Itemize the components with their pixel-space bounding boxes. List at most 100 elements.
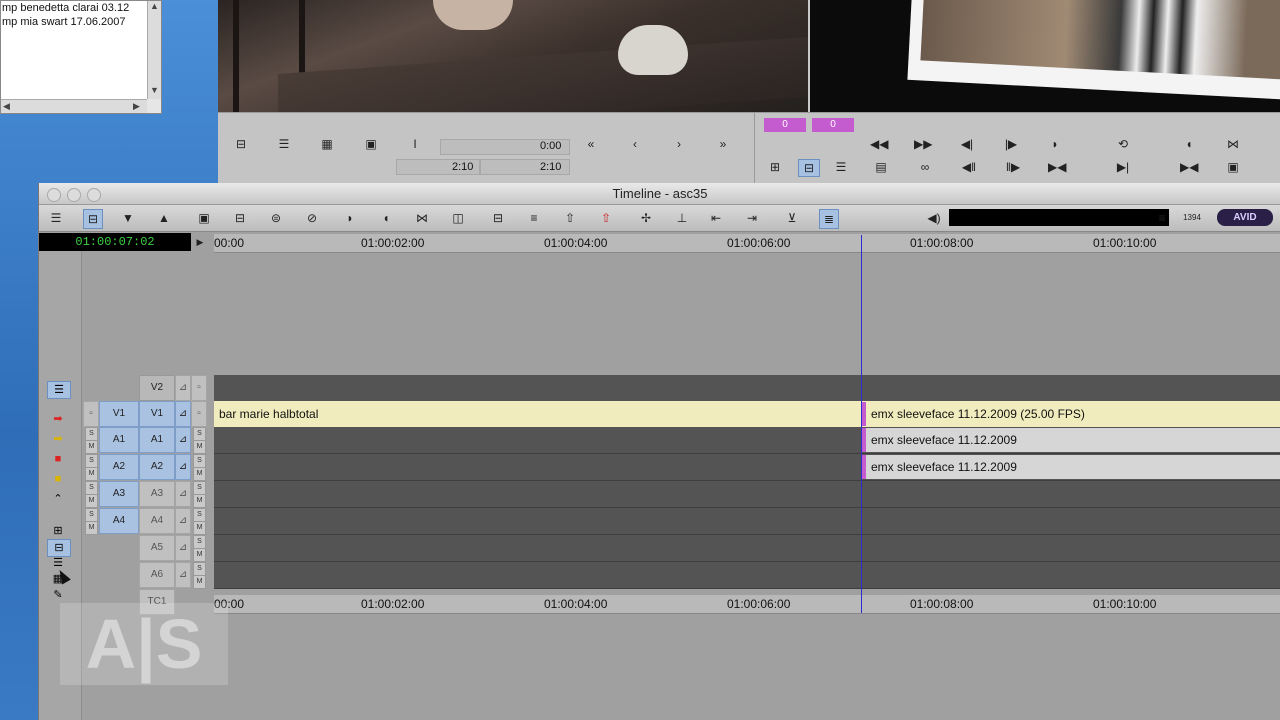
solo-button[interactable]: S — [193, 562, 206, 576]
slip-icon[interactable]: ⊥ — [673, 209, 691, 227]
splice-icon[interactable]: ≡ — [525, 209, 543, 227]
solo-button[interactable]: S — [85, 481, 98, 495]
splice-icon[interactable]: ▶◀ — [1180, 159, 1198, 175]
settings-sliders-icon[interactable]: ☰ — [832, 159, 850, 175]
settings-sliders-icon[interactable]: ☰ — [47, 209, 65, 227]
bin-list[interactable]: mp benedetta clarai 03.12 mp mia swart 1… — [1, 1, 147, 99]
mute-button[interactable]: M — [193, 521, 206, 535]
source-track-a3[interactable]: A3 — [99, 481, 139, 507]
rewind-button[interactable]: « — [582, 136, 600, 152]
list-icon[interactable]: ≡ — [1153, 209, 1171, 227]
go-to-out-icon[interactable]: ▶| — [1114, 159, 1132, 175]
mark-out-icon[interactable]: ◗ — [1046, 136, 1064, 152]
mute-button[interactable]: M — [85, 521, 98, 535]
mute-button[interactable]: M — [193, 467, 206, 481]
play-icon[interactable]: |▶ — [1002, 136, 1020, 152]
trim-icon[interactable]: ⋈ — [413, 209, 431, 227]
record-track-v2[interactable]: V2 — [139, 375, 175, 401]
source-track-a1[interactable]: A1 — [99, 427, 139, 453]
track-v2[interactable] — [214, 375, 1280, 402]
step-forward-frame-icon[interactable]: ‖▶ — [1004, 159, 1022, 175]
segment-icon[interactable]: ⊜ — [267, 209, 285, 227]
solo-button[interactable]: S — [193, 454, 206, 468]
overwrite-icon[interactable]: ⊟ — [489, 209, 507, 227]
record-track-v1[interactable]: V1 — [139, 401, 175, 427]
rewind-transport-icon[interactable]: ◀◀ — [870, 136, 888, 152]
yellow-arrow-icon[interactable]: ➡ — [47, 431, 69, 447]
track-a4[interactable] — [214, 508, 1280, 535]
source-track-a2[interactable]: A2 — [99, 454, 139, 480]
scroll-up-icon[interactable]: ▲ — [150, 1, 159, 11]
scroll-down-icon[interactable]: ▼ — [150, 85, 159, 95]
settings-sliders-icon[interactable]: ☰ — [47, 555, 69, 571]
record-mode-icon[interactable]: ⊟ — [798, 159, 820, 177]
frame-icon[interactable]: ▣ — [195, 209, 213, 227]
pen-icon[interactable]: ✎ — [47, 587, 69, 603]
scroll-left-icon[interactable]: ◀ — [3, 101, 10, 112]
solo-button[interactable]: S — [85, 427, 98, 441]
mark-clip-icon[interactable]: ⊟ — [231, 209, 249, 227]
timeline-ruler-bottom[interactable]: 00:00 01:00:02:00 01:00:04:00 01:00:06:0… — [214, 595, 1280, 614]
record-track-a5[interactable]: A5 — [139, 535, 175, 561]
grid-view-icon[interactable]: ▦ — [318, 136, 336, 152]
mute-button[interactable]: M — [85, 467, 98, 481]
mute-button[interactable]: M — [85, 440, 98, 454]
step-back-button[interactable]: ‹ — [626, 136, 644, 152]
step-back-frame-icon[interactable]: ◀‖ — [960, 159, 978, 175]
solo-button[interactable]: S — [193, 535, 206, 549]
lift-icon[interactable]: ⇧ — [561, 209, 579, 227]
step-forward-button[interactable]: › — [670, 136, 688, 152]
add-edit-icon[interactable]: ✢ — [637, 209, 655, 227]
clip[interactable]: emx sleeveface 11.12.2009 — [862, 455, 1280, 479]
timeline-menu-icon[interactable]: ≣ — [819, 209, 839, 229]
render-icon[interactable]: ⊻ — [783, 209, 801, 227]
track-monitor-icon[interactable]: ▫ — [83, 401, 99, 427]
speaker-icon[interactable]: ◀) — [925, 209, 943, 227]
segment-left-icon[interactable]: ⇤ — [707, 209, 725, 227]
mute-button[interactable]: M — [193, 548, 206, 562]
bin-item[interactable]: mp benedetta clarai 03.12 — [1, 1, 147, 15]
frame-icon[interactable]: ▣ — [362, 136, 380, 152]
track-lock-icon[interactable]: ⊿ — [175, 401, 191, 427]
timecode-menu-icon[interactable]: ▶ — [193, 234, 207, 250]
record-track-a3[interactable]: A3 — [139, 481, 175, 507]
track-lock-icon[interactable]: ⊿ — [175, 427, 191, 453]
solo-button[interactable]: S — [193, 481, 206, 495]
extract-icon[interactable]: ⇧ — [597, 209, 615, 227]
record-track-a6[interactable]: A6 — [139, 562, 175, 588]
track-a3[interactable] — [214, 481, 1280, 508]
track-lock-icon[interactable]: ⊿ — [175, 454, 191, 480]
track-lock-icon[interactable]: ⊿ — [175, 481, 191, 507]
mark-in-icon[interactable]: ◖ — [1180, 136, 1198, 152]
text-cursor-icon[interactable]: Ι — [406, 136, 424, 152]
timecode-display[interactable]: 01:00:07:02 — [39, 233, 191, 251]
record-mode-icon[interactable]: ⊟ — [83, 209, 103, 229]
fast-forward-transport-icon[interactable]: ▶▶ — [914, 136, 932, 152]
solo-button[interactable]: S — [85, 454, 98, 468]
yellow-block-icon[interactable]: ■ — [47, 471, 69, 487]
lift-down-icon[interactable]: ▼ — [119, 209, 137, 227]
step-back-icon[interactable]: ◀| — [958, 136, 976, 152]
mute-button[interactable]: M — [193, 494, 206, 508]
bin-horizontal-scrollbar[interactable]: ◀ ▶ — [1, 99, 147, 113]
record-track-a2[interactable]: A2 — [139, 454, 175, 480]
list-view-icon[interactable]: ☰ — [275, 136, 293, 152]
loop-icon[interactable]: ⟲ — [1114, 136, 1132, 152]
mute-button[interactable]: M — [193, 575, 206, 589]
solo-button[interactable]: S — [85, 508, 98, 522]
track-a2[interactable]: emx sleeveface 11.12.2009 — [214, 454, 1280, 481]
track-monitor-icon[interactable]: ▫ — [191, 375, 207, 401]
scroll-right-icon[interactable]: ▶ — [133, 101, 140, 112]
clip[interactable]: emx sleeveface 11.12.2009 (25.00 FPS) — [862, 402, 1280, 426]
mark-out-icon[interactable]: ◗ — [341, 209, 359, 227]
track-v1[interactable]: bar marie halbtotal emx sleeveface 11.12… — [214, 401, 1280, 428]
overwrite-icon[interactable]: ⊞ — [47, 523, 69, 539]
mark-clip-icon[interactable]: ⊟ — [232, 136, 250, 152]
clip-up-icon[interactable]: ⌃ — [47, 491, 69, 507]
bin-vertical-scrollbar[interactable]: ▲ ▼ — [147, 1, 161, 99]
track-a6[interactable] — [214, 562, 1280, 589]
playhead[interactable] — [861, 235, 862, 613]
firewire-icon[interactable]: 1394 — [1183, 209, 1201, 227]
track-lock-icon[interactable]: ⊿ — [175, 375, 191, 401]
segment-right-icon[interactable]: ⇥ — [743, 209, 761, 227]
